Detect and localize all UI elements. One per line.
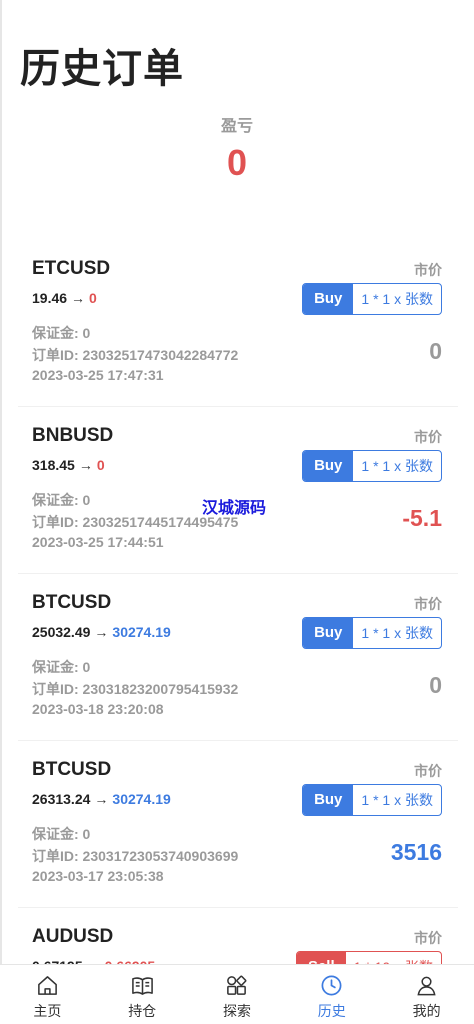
order-card[interactable]: ETCUSD 市价 19.46 → 0 Buy 1 * 1 x 张数 保证金: 0 …	[18, 240, 458, 407]
close-price: 0	[96, 457, 105, 473]
tab-home[interactable]: 主页	[0, 965, 95, 1024]
order-quantity: 1 * 1 x 张数	[361, 792, 433, 808]
tab-label: 持仓	[128, 1003, 157, 1019]
order-pnl: -5.1	[402, 505, 442, 531]
user-icon	[417, 976, 436, 996]
tab-profile[interactable]: 我的	[379, 965, 474, 1024]
order-card[interactable]: BTCUSD 市价 25032.49 → 30274.19 Buy 1 * 1 x …	[18, 574, 458, 741]
order-prices: 26313.24 → 30274.19	[32, 791, 171, 807]
open-price: 25032.49	[32, 624, 91, 640]
order-id: 订单ID: 23031823200795415932	[32, 681, 239, 697]
arrow-right-icon: →	[94, 624, 109, 640]
order-margin: 保证金: 0	[32, 826, 91, 842]
order-pnl: 0	[429, 672, 442, 698]
close-price: 30274.19	[112, 624, 171, 640]
open-price: 318.45	[32, 457, 75, 473]
order-type: 市价	[414, 930, 442, 946]
order-card[interactable]: BNBUSD 市价 318.45 → 0 Buy 1 * 1 x 张数 保证金: 0…	[18, 407, 458, 574]
order-symbol: BTCUSD	[32, 592, 112, 613]
pnl-summary-label: 盈亏	[220, 118, 253, 135]
order-card[interactable]: BTCUSD 市价 26313.24 → 30274.19 Buy 1 * 1 x …	[18, 741, 458, 908]
order-time: 2023-03-25 17:47:31	[32, 367, 164, 383]
tab-explore[interactable]: 探索	[190, 965, 285, 1024]
order-list: ETCUSD 市价 19.46 → 0 Buy 1 * 1 x 张数 保证金: 0 …	[18, 240, 458, 1024]
order-side: Buy	[303, 618, 354, 648]
arrow-right-icon: →	[94, 791, 109, 807]
order-quantity: 1 * 1 x 张数	[361, 458, 433, 474]
order-side-pill: Buy 1 * 1 x 张数	[302, 784, 442, 816]
open-price: 19.46	[32, 290, 68, 306]
order-symbol: BTCUSD	[32, 759, 112, 780]
order-side-pill: Buy 1 * 1 x 张数	[302, 617, 442, 649]
order-type: 市价	[414, 596, 442, 612]
book-icon	[131, 977, 153, 995]
order-symbol: ETCUSD	[32, 258, 111, 279]
order-id: 订单ID: 23032517473042284772	[32, 347, 239, 363]
tab-history[interactable]: 历史	[284, 965, 379, 1024]
order-prices: 25032.49 → 30274.19	[32, 624, 171, 640]
arrow-right-icon: →	[78, 457, 93, 473]
order-pnl: 0	[429, 338, 442, 364]
grid-icon	[227, 975, 247, 995]
pnl-summary: 盈亏 0	[0, 112, 474, 184]
clock-icon	[321, 975, 342, 996]
order-prices: 19.46 → 0	[32, 290, 97, 306]
order-side-pill: Buy 1 * 1 x 张数	[302, 450, 442, 482]
pnl-summary-value: 0	[226, 142, 248, 183]
order-margin: 保证金: 0	[32, 659, 91, 675]
page-title: 历史订单	[20, 47, 184, 91]
home-icon	[37, 976, 57, 995]
tab-label: 我的	[412, 1003, 441, 1019]
tab-positions[interactable]: 持仓	[95, 965, 190, 1024]
order-id: 订单ID: 23031723053740903699	[32, 848, 239, 864]
order-side: Buy	[303, 451, 354, 481]
close-price: 30274.19	[112, 791, 171, 807]
order-side-pill: Buy 1 * 1 x 张数	[302, 283, 442, 315]
order-type: 市价	[414, 429, 442, 445]
order-quantity: 1 * 1 x 张数	[361, 291, 433, 307]
order-type: 市价	[414, 262, 442, 278]
order-margin: 保证金: 0	[32, 325, 91, 341]
arrow-right-icon: →	[71, 290, 86, 306]
bottom-tab-bar: 主页 持仓 探索 历史 我的	[0, 964, 474, 1024]
order-time: 2023-03-17 23:05:38	[32, 868, 164, 884]
order-time: 2023-03-25 17:44:51	[32, 534, 164, 550]
tab-label: 探索	[222, 1003, 251, 1019]
watermark-text: 汉城源码	[202, 500, 267, 517]
order-side: Buy	[303, 785, 354, 815]
tab-label: 历史	[317, 1003, 346, 1019]
open-price: 26313.24	[32, 791, 91, 807]
order-type: 市价	[414, 763, 442, 779]
order-pnl: 3516	[390, 839, 442, 865]
close-price: 0	[89, 290, 97, 306]
order-side: Buy	[303, 284, 354, 314]
order-quantity: 1 * 1 x 张数	[361, 625, 433, 641]
order-prices: 318.45 → 0	[32, 457, 105, 473]
order-margin: 保证金: 0	[32, 492, 91, 508]
order-symbol: AUDUSD	[32, 926, 114, 947]
order-time: 2023-03-18 23:20:08	[32, 701, 164, 717]
order-symbol: BNBUSD	[32, 425, 114, 446]
tab-label: 主页	[33, 1003, 62, 1019]
